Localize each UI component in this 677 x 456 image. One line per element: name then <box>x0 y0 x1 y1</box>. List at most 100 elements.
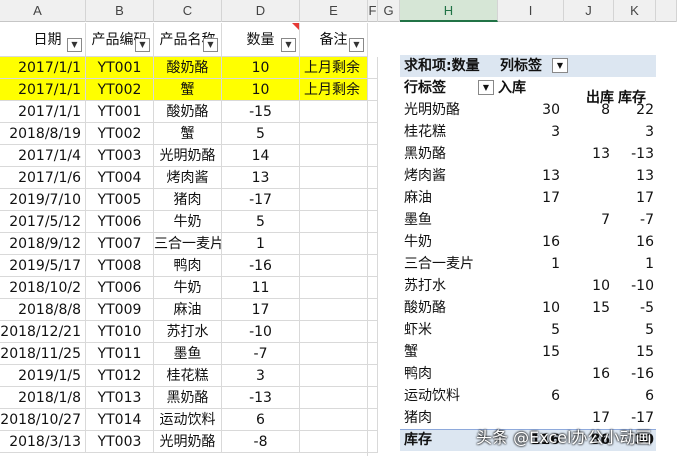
pivot-row-name[interactable]: 苏打水 <box>404 275 446 297</box>
table-cell-name[interactable]: 酸奶酪 <box>154 101 222 123</box>
pivot-cell-stock[interactable]: 15 <box>612 341 656 363</box>
table-cell-note[interactable] <box>300 343 368 365</box>
table-cell-date[interactable]: 2018/1/8 <box>0 387 86 409</box>
pivot-row-name[interactable]: 猪肉 <box>404 407 432 429</box>
pivot-cell-in[interactable]: 30 <box>498 99 562 121</box>
pivot-cell-in[interactable] <box>498 143 562 165</box>
table-cell-date[interactable]: 2017/1/1 <box>0 57 86 79</box>
pivot-row-name[interactable]: 麻油 <box>404 187 432 209</box>
table-cell-note[interactable] <box>300 365 368 387</box>
table-cell-name[interactable]: 牛奶 <box>154 211 222 233</box>
table-cell-note[interactable] <box>300 189 368 211</box>
pivot-cell-stock[interactable]: 22 <box>612 99 656 121</box>
table-cell-name[interactable]: 墨鱼 <box>154 343 222 365</box>
table-cell-name[interactable]: 酸奶酪 <box>154 57 222 79</box>
table-cell-note[interactable] <box>300 211 368 233</box>
table-cell-code[interactable]: YT006 <box>86 211 154 233</box>
pivot-row-name[interactable]: 蟹 <box>404 341 418 363</box>
table-cell-name[interactable]: 牛奶 <box>154 277 222 299</box>
table-cell-qty[interactable]: 10 <box>222 57 300 79</box>
pivot-cell-in[interactable]: 5 <box>498 319 562 341</box>
table-cell-date[interactable]: 2018/12/21 <box>0 321 86 343</box>
table-cell-note[interactable] <box>300 233 368 255</box>
table-cell-name[interactable]: 苏打水 <box>154 321 222 343</box>
table-cell-date[interactable]: 2018/9/12 <box>0 233 86 255</box>
table-cell-code[interactable]: YT010 <box>86 321 154 343</box>
table-cell-code[interactable]: YT012 <box>86 365 154 387</box>
pivot-row-name[interactable]: 三合一麦片 <box>404 253 474 275</box>
table-cell-name[interactable]: 麻油 <box>154 299 222 321</box>
empty-cell[interactable] <box>368 233 378 255</box>
pivot-cell-stock[interactable]: 17 <box>612 187 656 209</box>
pivot-row-name[interactable]: 光明奶酪 <box>404 99 460 121</box>
pivot-cell-out[interactable] <box>562 253 612 275</box>
table-cell-code[interactable]: YT009 <box>86 299 154 321</box>
table-cell-qty[interactable]: 1 <box>222 233 300 255</box>
table-cell-qty[interactable]: 5 <box>222 123 300 145</box>
table-cell-name[interactable]: 猪肉 <box>154 189 222 211</box>
table-cell-note[interactable] <box>300 299 368 321</box>
column-header-d[interactable]: D <box>222 0 300 22</box>
pivot-cell-out[interactable] <box>562 121 612 143</box>
pivot-cell-out[interactable] <box>562 341 612 363</box>
empty-cell[interactable] <box>368 145 378 167</box>
table-cell-code[interactable]: YT013 <box>86 387 154 409</box>
pivot-cell-out[interactable] <box>562 385 612 407</box>
table-cell-note[interactable] <box>300 255 368 277</box>
spreadsheet[interactable]: ABCDEFGHIJK 日期 ▼ 产品编码 ▼ 产品名称 ▼ 数量 ▼ 备注 ▼ 2017/1/1 Y… <box>0 0 677 456</box>
empty-cell[interactable] <box>368 123 378 145</box>
table-cell-qty[interactable]: -13 <box>222 387 300 409</box>
pivot-cell-stock[interactable]: 6 <box>612 385 656 407</box>
table-cell-code[interactable]: YT006 <box>86 277 154 299</box>
pivot-cell-stock[interactable]: 1 <box>612 253 656 275</box>
pivot-cell-out[interactable]: 10 <box>562 275 612 297</box>
pivot-cell-in[interactable]: 16 <box>498 231 562 253</box>
table-cell-qty[interactable]: 14 <box>222 145 300 167</box>
pivot-cell-in[interactable]: 15 <box>498 341 562 363</box>
empty-cell[interactable] <box>368 387 378 409</box>
table-cell-name[interactable]: 光明奶酪 <box>154 145 222 167</box>
table-cell-date[interactable]: 2017/1/6 <box>0 167 86 189</box>
pivot-cell-out[interactable] <box>562 319 612 341</box>
empty-cell[interactable] <box>368 299 378 321</box>
pivot-cell-stock[interactable]: 13 <box>612 165 656 187</box>
table-cell-note[interactable] <box>300 409 368 431</box>
column-header-f[interactable]: F <box>368 0 378 22</box>
filter-dropdown-button[interactable]: ▼ <box>67 38 82 52</box>
table-cell-qty[interactable]: -10 <box>222 321 300 343</box>
table-cell-name[interactable]: 光明奶酪 <box>154 431 222 453</box>
pivot-row-name[interactable]: 桂花糕 <box>404 121 446 143</box>
pivot-cell-in[interactable]: 6 <box>498 385 562 407</box>
table-cell-qty[interactable]: -16 <box>222 255 300 277</box>
filter-dropdown-button[interactable]: ▼ <box>281 38 296 52</box>
table-cell-name[interactable]: 运动饮料 <box>154 409 222 431</box>
table-cell-note[interactable] <box>300 431 368 453</box>
table-cell-qty[interactable]: -8 <box>222 431 300 453</box>
pivot-row-name[interactable]: 牛奶 <box>404 231 432 253</box>
empty-cell[interactable] <box>368 277 378 299</box>
pivot-cell-out[interactable] <box>562 187 612 209</box>
pivot-cell-out[interactable]: 15 <box>562 297 612 319</box>
table-cell-qty[interactable]: -15 <box>222 101 300 123</box>
table-cell-date[interactable]: 2017/1/1 <box>0 79 86 101</box>
pivot-row-name[interactable]: 黑奶酪 <box>404 143 446 165</box>
pivot-row-name[interactable]: 墨鱼 <box>404 209 432 231</box>
table-cell-code[interactable]: YT002 <box>86 123 154 145</box>
pivot-cell-stock[interactable]: 16 <box>612 231 656 253</box>
table-cell-code[interactable]: YT001 <box>86 101 154 123</box>
table-cell-note[interactable] <box>300 321 368 343</box>
column-header-l[interactable] <box>656 0 677 22</box>
empty-cell[interactable] <box>368 57 378 79</box>
table-cell-qty[interactable]: 11 <box>222 277 300 299</box>
pivot-cell-out[interactable] <box>562 231 612 253</box>
table-cell-code[interactable]: YT002 <box>86 79 154 101</box>
pivot-row-name[interactable]: 酸奶酪 <box>404 297 446 319</box>
filter-dropdown-button[interactable]: ▼ <box>203 38 218 52</box>
table-cell-code[interactable]: YT005 <box>86 189 154 211</box>
empty-cell[interactable] <box>368 365 378 387</box>
table-cell-code[interactable]: YT004 <box>86 167 154 189</box>
table-cell-name[interactable]: 鸭肉 <box>154 255 222 277</box>
table-cell-name[interactable]: 三合一麦片 <box>154 233 222 255</box>
pivot-cell-in[interactable]: 3 <box>498 121 562 143</box>
table-cell-qty[interactable]: 10 <box>222 79 300 101</box>
